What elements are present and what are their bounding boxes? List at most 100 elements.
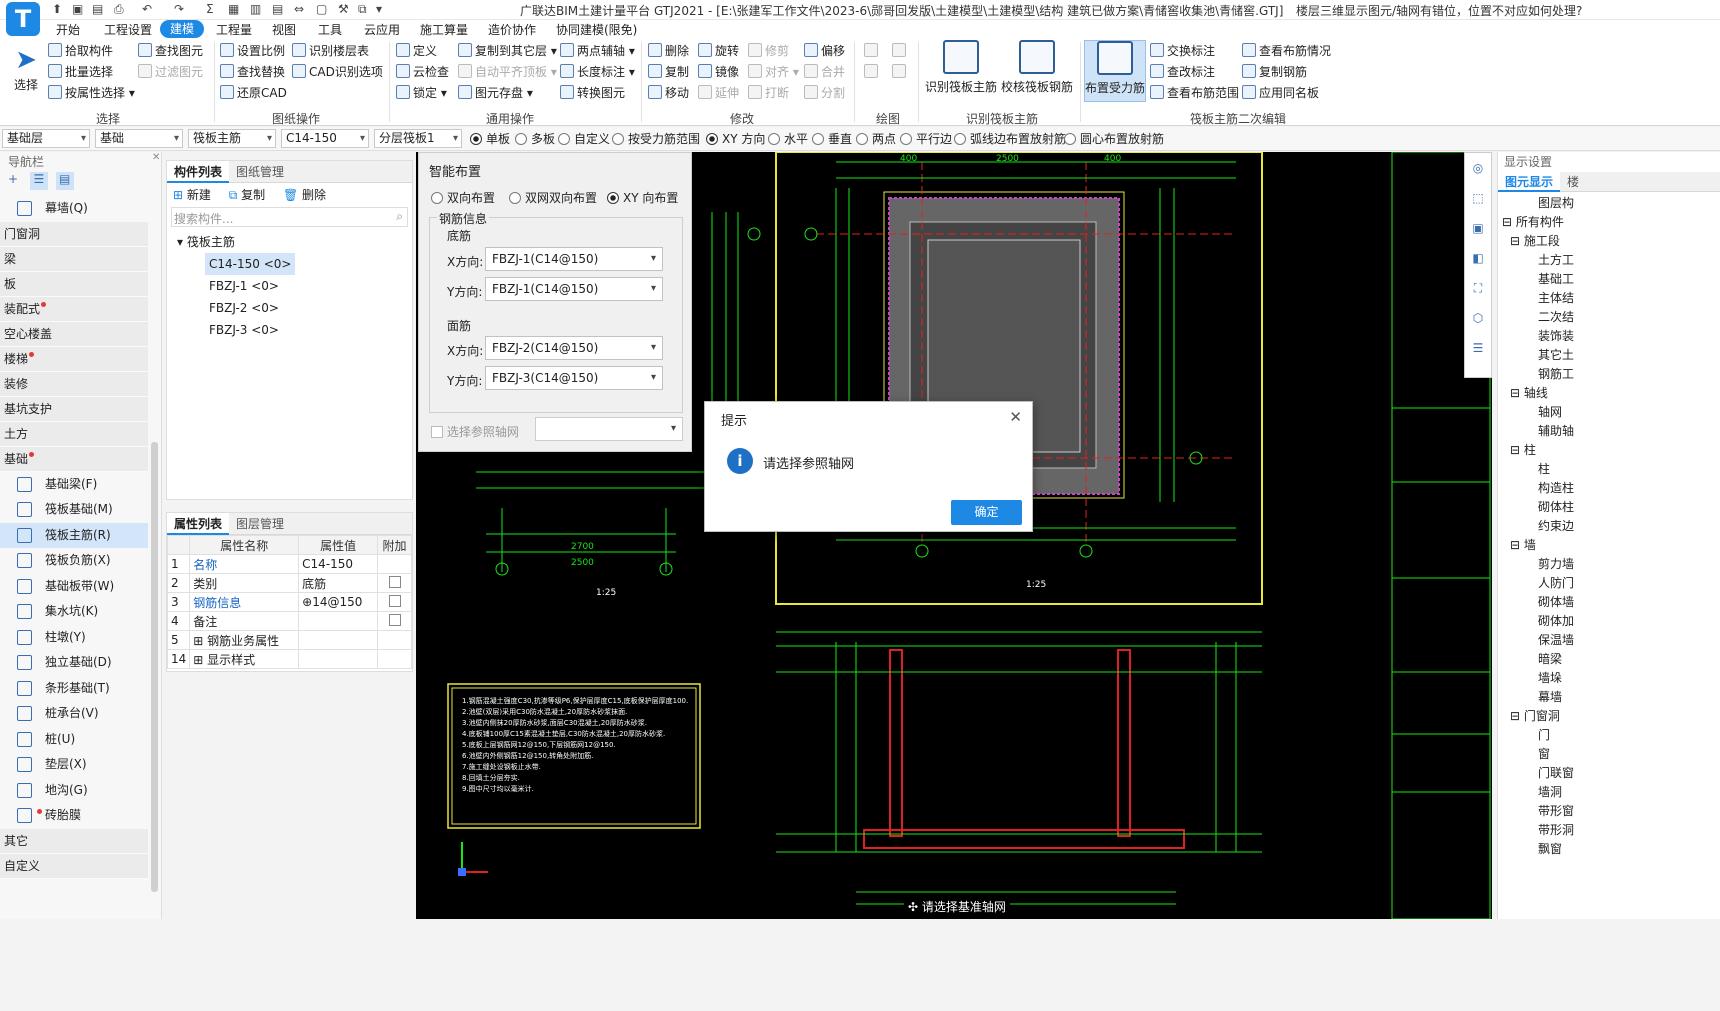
nav-item-sump[interactable]: 集水坑(K) (0, 599, 148, 625)
tree-leaf[interactable]: 幕墙 (1498, 688, 1720, 707)
floor-select[interactable]: 基础层 (2, 129, 90, 148)
nav-item-foundation-strip[interactable]: 基础板带(W) (0, 574, 148, 600)
tree-leaf[interactable]: 二次结 (1498, 308, 1720, 327)
app-logo[interactable]: T (6, 2, 40, 36)
tree-leaf[interactable]: 门 (1498, 726, 1720, 745)
nav-cat-other[interactable]: 其它 (0, 828, 148, 854)
break-button[interactable]: 打断 (748, 84, 789, 102)
tree-leaf[interactable]: 窗 (1498, 745, 1720, 764)
batch-select-button[interactable]: 批量选择 (48, 63, 113, 81)
copy-rebar-button[interactable]: 复制钢筋 (1242, 63, 1307, 81)
list-view-icon[interactable]: ☰ (29, 172, 48, 190)
print-icon[interactable]: ⎙ (114, 2, 124, 17)
tree-leaf[interactable]: 轴网 (1498, 403, 1720, 422)
draw-rect-button[interactable] (892, 63, 909, 81)
nav-item-strip-foundation[interactable]: 条形基础(T) (0, 676, 148, 702)
close-icon[interactable]: ✕ (1009, 408, 1022, 426)
nav-cat-prefab[interactable]: 装配式 (0, 296, 148, 322)
menu-cloud[interactable]: 云应用 (364, 21, 400, 38)
list-settings-icon[interactable]: ☰ (1465, 333, 1491, 363)
tree-item[interactable]: FBZJ-3 <0> (205, 319, 412, 341)
component-category-select[interactable]: 筏板主筋 (188, 129, 276, 148)
find-element-button[interactable]: 查找图元 (138, 42, 203, 60)
formula-icon[interactable]: Σ (206, 2, 214, 16)
convert-element-button[interactable]: 转换图元 (560, 84, 625, 102)
view-rebar-status-button[interactable]: 查看布筋情况 (1242, 42, 1331, 60)
draw-circle-button[interactable] (892, 42, 909, 60)
chart-icon[interactable]: ▥ (250, 2, 261, 16)
tree-leaf[interactable]: 辅助轴 (1498, 422, 1720, 441)
tree-leaf[interactable]: 飘窗 (1498, 840, 1720, 859)
two-point-aux-axis-button[interactable]: 两点辅轴 ▾ (560, 42, 635, 60)
copy-icon[interactable]: ⧉ (358, 2, 367, 17)
tree-leaf[interactable]: 砌体柱 (1498, 498, 1720, 517)
menu-project-settings[interactable]: 工程设置 (104, 21, 152, 38)
tree-leaf[interactable]: 构造柱 (1498, 479, 1720, 498)
check-raft-rebar-button[interactable]: 校核筏板钢筋 (1000, 40, 1074, 102)
nav-item-column-pier[interactable]: 柱墩(Y) (0, 625, 148, 651)
find-replace-button[interactable]: 查找替换 (220, 63, 285, 81)
select-by-property-button[interactable]: 按属性选择 ▾ (48, 84, 135, 102)
table-icon[interactable]: ▤ (272, 2, 283, 16)
pick-component-button[interactable]: 拾取构件 (48, 42, 113, 60)
nav-item-trench[interactable]: 地沟(G) (0, 778, 148, 804)
tree-leaf[interactable]: 门联窗 (1498, 764, 1720, 783)
radio-arc-radial[interactable]: 弧线边布置放射筋 (954, 130, 1066, 147)
undo-icon[interactable]: ↶ (142, 2, 152, 16)
table-row[interactable]: 5 ⊞ 钢筋业务属性 (166, 630, 412, 650)
fit-view-icon[interactable]: ⛶ (1465, 273, 1491, 303)
nav-item-isolated-foundation[interactable]: 独立基础(D) (0, 650, 148, 676)
help-question-link[interactable]: 楼层三维显示图元/轴网有错位，位置不对应如何处理? (1296, 2, 1582, 19)
nav-item-pile[interactable]: 桩(U) (0, 727, 148, 753)
nav-cat-stairs[interactable]: 楼梯 (0, 346, 148, 372)
filter-element-button[interactable]: 过滤图元 (138, 63, 203, 81)
tree-leaf[interactable]: 装饰装 (1498, 327, 1720, 346)
tree-leaf[interactable]: 人防门 (1498, 574, 1720, 593)
row-value[interactable]: ⊕14@150 (298, 592, 378, 612)
radio-custom[interactable]: 自定义 (558, 130, 610, 147)
hexagon-icon[interactable]: ⬡ (1465, 303, 1491, 333)
cube-icon[interactable]: ▣ (1465, 213, 1491, 243)
redo-icon[interactable]: ↷ (174, 2, 184, 16)
delete-button[interactable]: 删除 (648, 42, 689, 60)
nav-cat-foundation[interactable]: 基础 (0, 446, 148, 472)
tab-drawing-management[interactable]: 图纸管理 (229, 161, 291, 183)
tools-icon[interactable]: ⚒ (338, 2, 349, 16)
expand-icon[interactable]: ⊞ (193, 653, 203, 667)
merge-button[interactable]: 合并 (804, 63, 845, 81)
radio-multi-plate[interactable]: 多板 (515, 130, 555, 147)
tree-item[interactable]: FBZJ-2 <0> (205, 297, 412, 319)
search-icon[interactable]: ⌕ (396, 209, 403, 224)
tree-leaf[interactable]: 约束边 (1498, 517, 1720, 536)
expand-icon[interactable]: + (8, 172, 26, 190)
tree-leaf[interactable]: 墙垛 (1498, 669, 1720, 688)
set-scale-button[interactable]: 设置比例 (220, 42, 285, 60)
split-button[interactable]: 分割 (804, 84, 845, 102)
row-value[interactable]: 底筋 (298, 573, 378, 593)
radio-center-radial[interactable]: 圆心布置放射筋 (1064, 130, 1164, 147)
box-icon[interactable]: ◧ (1465, 243, 1491, 273)
nav-cat-earthwork[interactable]: 土方 (0, 421, 148, 447)
nav-item-raft-negative-rebar[interactable]: 筏板负筋(X) (0, 548, 148, 574)
identify-floor-table-button[interactable]: 识别楼层表 (292, 42, 369, 60)
new-component-button[interactable]: ⊞ 新建 (173, 188, 211, 202)
nav-item-pile-cap[interactable]: 桩承台(V) (0, 701, 148, 727)
bottom-x-select[interactable]: FBZJ-1(C14@150) (485, 247, 663, 271)
menu-modeling[interactable]: 建模 (160, 20, 205, 38)
tab-component-list[interactable]: 构件列表 (167, 161, 230, 183)
tree-node[interactable]: ⊟ 柱 (1498, 441, 1720, 460)
menu-construction[interactable]: 施工算量 (420, 21, 468, 38)
tree-leaf[interactable]: 带形窗 (1498, 802, 1720, 821)
menu-tools[interactable]: 工具 (318, 21, 342, 38)
nav-cat-door-window[interactable]: 门窗洞 (0, 221, 148, 247)
tree-leaf[interactable]: 柱 (1498, 460, 1720, 479)
row-value[interactable]: C14-150 (298, 554, 378, 574)
3d-view-icon[interactable]: ◎ (1465, 153, 1491, 183)
radio-vertical[interactable]: 垂直 (812, 130, 852, 147)
tab-element-display[interactable]: 图元显示 (1498, 172, 1561, 192)
radio-parallel-edge[interactable]: 平行边 (900, 130, 952, 147)
edit-annotation-button[interactable]: 查改标注 (1150, 63, 1215, 81)
tree-root[interactable]: ▾ 筏板主筋 (177, 233, 412, 253)
nav-item-raft-foundation[interactable]: 筏板基础(M) (0, 497, 148, 523)
tree-node[interactable]: ⊟ 轴线 (1498, 384, 1720, 403)
